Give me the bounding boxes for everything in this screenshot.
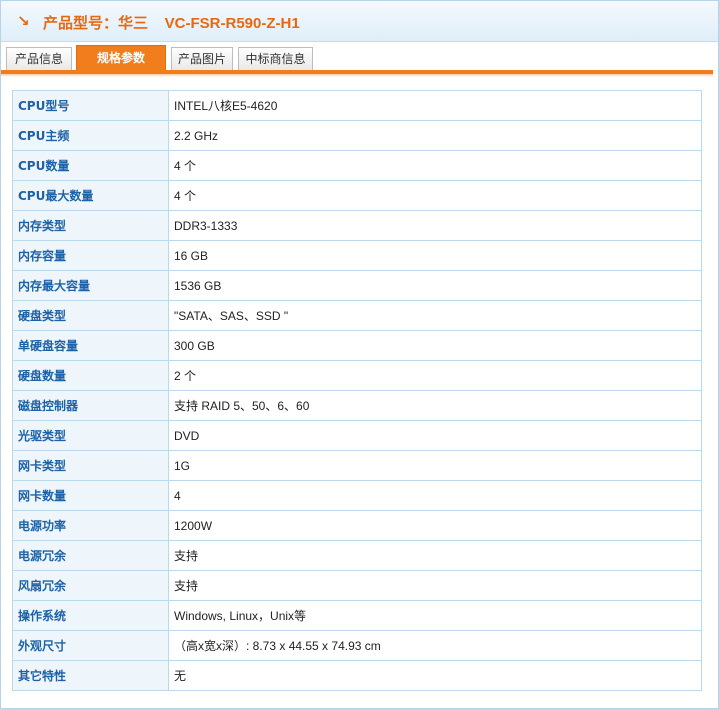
spec-key: 风扇冗余 xyxy=(12,570,169,601)
spec-row: 外观尺寸 （高x宽x深）: 8.73 x 44.55 x 74.93 cm xyxy=(12,630,702,661)
spec-table: CPU型号 INTEL八核E5-4620 CPU主频 2.2 GHz CPU数量 4 个C… xyxy=(12,90,702,691)
spec-key: 内存最大容量 xyxy=(12,270,169,301)
title-bar: ↘ 产品型号：华三 VC-FSR-R590-Z-H1 xyxy=(1,1,718,42)
spec-value: 2 个 xyxy=(168,360,702,391)
spec-row: 内存类型 DDR3-1333 xyxy=(12,210,702,241)
spec-key: 电源功率 xyxy=(12,510,169,541)
spec-key: 操作系统 xyxy=(12,600,169,631)
spec-row: 内存最大容量 1536 GB xyxy=(12,270,702,301)
spec-key: 硬盘数量 xyxy=(12,360,169,391)
spec-row: CPU最大数量 4 个 xyxy=(12,180,702,211)
spec-value: 1G xyxy=(168,450,702,481)
spec-key: 网卡类型 xyxy=(12,450,169,481)
spec-value: 4 个 xyxy=(168,150,702,181)
spec-key: CPU主频 xyxy=(12,120,169,151)
spec-value: 300 GB xyxy=(168,330,702,361)
tab-underline-shadow xyxy=(1,74,713,77)
spec-value: INTEL八核E5-4620 xyxy=(168,90,702,121)
spec-key: 外观尺寸 xyxy=(12,630,169,661)
spec-value: 1536 GB xyxy=(168,270,702,301)
spec-key: 其它特性 xyxy=(12,660,169,691)
spec-row: 其它特性无 xyxy=(12,660,702,691)
spec-key: 磁盘控制器 xyxy=(12,390,169,421)
tab-product-info[interactable]: 产品信息 xyxy=(6,47,72,70)
tab-bidder-info[interactable]: 中标商信息 xyxy=(238,47,313,70)
spec-row: CPU主频 2.2 GHz xyxy=(12,120,702,151)
spec-key: 光驱类型 xyxy=(12,420,169,451)
spec-value: 4 个 xyxy=(168,180,702,211)
spec-value: DVD xyxy=(168,420,702,451)
spec-row: 操作系统 Windows, Linux，Unix等 xyxy=(12,600,702,631)
spec-row: CPU型号 INTEL八核E5-4620 xyxy=(12,90,702,121)
spec-key: CPU数量 xyxy=(12,150,169,181)
spec-key: 内存类型 xyxy=(12,210,169,241)
spec-row: 电源冗余 支持 xyxy=(12,540,702,571)
tab-specifications[interactable]: 规格参数 xyxy=(76,45,166,70)
spec-key: 网卡数量 xyxy=(12,480,169,511)
spec-row: 硬盘数量 2 个 xyxy=(12,360,702,391)
spec-key: CPU型号 xyxy=(12,90,169,121)
spec-value: 2.2 GHz xyxy=(168,120,702,151)
spec-value: 16 GB xyxy=(168,240,702,271)
spec-key: CPU最大数量 xyxy=(12,180,169,211)
spec-value: 无 xyxy=(168,660,702,691)
page-title: 产品型号：华三 VC-FSR-R590-Z-H1 xyxy=(43,15,300,32)
spec-value: "SATA、SAS、SSD " xyxy=(168,300,702,331)
spec-row: 内存容量 16 GB xyxy=(12,240,702,271)
tab-product-images[interactable]: 产品图片 xyxy=(171,47,233,70)
spec-value: Windows, Linux，Unix等 xyxy=(168,600,702,631)
spec-key: 内存容量 xyxy=(12,240,169,271)
spec-key: 单硬盘容量 xyxy=(12,330,169,361)
spec-value: 支持 RAID 5、50、6、60 xyxy=(168,390,702,421)
spec-row: 光驱类型 DVD xyxy=(12,420,702,451)
product-panel: ↘ 产品型号：华三 VC-FSR-R590-Z-H1 产品信息 规格参数 产品图… xyxy=(0,0,719,709)
spec-row: CPU数量 4 个 xyxy=(12,150,702,181)
arrow-icon: ↘ xyxy=(17,12,30,30)
spec-row: 单硬盘容量 300 GB xyxy=(12,330,702,361)
spec-key: 硬盘类型 xyxy=(12,300,169,331)
spec-value: 支持 xyxy=(168,540,702,571)
spec-value: DDR3-1333 xyxy=(168,210,702,241)
spec-row: 电源功率 1200W xyxy=(12,510,702,541)
spec-value: 1200W xyxy=(168,510,702,541)
spec-row: 网卡数量 4 xyxy=(12,480,702,511)
spec-row: 硬盘类型 "SATA、SAS、SSD " xyxy=(12,300,702,331)
spec-row: 网卡类型 1G xyxy=(12,450,702,481)
spec-value: 4 xyxy=(168,480,702,511)
spec-row: 磁盘控制器 支持 RAID 5、50、6、60 xyxy=(12,390,702,421)
spec-value: （高x宽x深）: 8.73 x 44.55 x 74.93 cm xyxy=(168,630,702,661)
spec-key: 电源冗余 xyxy=(12,540,169,571)
spec-row: 风扇冗余 支持 xyxy=(12,570,702,601)
spec-value: 支持 xyxy=(168,570,702,601)
